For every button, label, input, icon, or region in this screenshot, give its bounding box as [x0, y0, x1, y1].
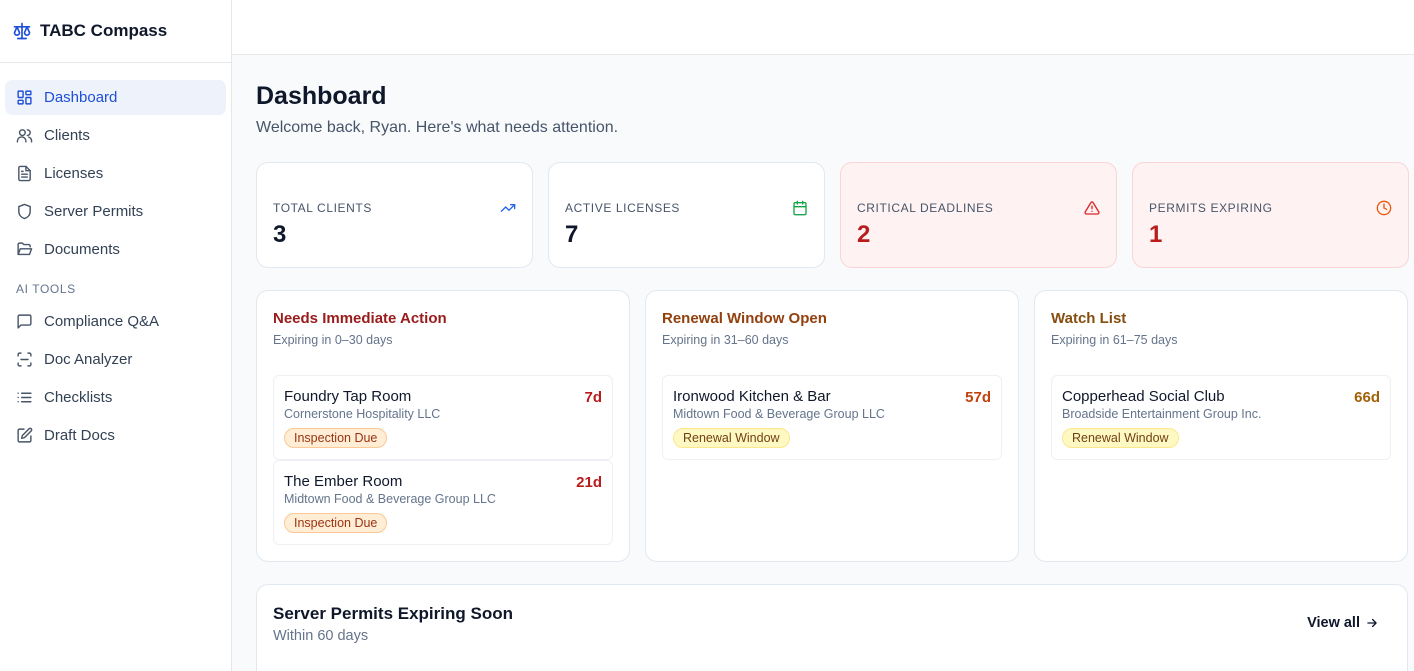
shield-icon — [16, 203, 33, 220]
entry-name: The Ember Room — [284, 473, 403, 490]
nav-item-server-permits[interactable]: Server Permits — [5, 194, 226, 229]
section-subtitle: Within 60 days — [273, 628, 369, 644]
panel-list: Foundry Tap Room Cornerstone Hospitality… — [273, 375, 613, 545]
nav-label: Checklists — [44, 389, 113, 406]
panel-list: Ironwood Kitchen & Bar Midtown Food & Be… — [662, 375, 1002, 460]
nav-label: Server Permits — [44, 203, 144, 220]
stat-card-active-licenses[interactable]: ACTIVE LICENSES 7 — [548, 162, 825, 268]
brand[interactable]: TABC Compass — [0, 0, 231, 63]
nav-label: Draft Docs — [44, 427, 115, 444]
nav-item-dashboard[interactable]: Dashboard — [5, 80, 226, 115]
entry-name: Copperhead Social Club — [1062, 388, 1225, 405]
panel-subtitle: Expiring in 31–60 days — [662, 333, 789, 347]
nav-item-checklists[interactable]: Checklists — [5, 380, 226, 415]
calendar-icon — [792, 200, 808, 216]
list-item[interactable]: Foundry Tap Room Cornerstone Hospitality… — [273, 375, 613, 460]
nav-item-documents[interactable]: Documents — [5, 232, 226, 267]
panel-subtitle: Expiring in 61–75 days — [1051, 333, 1178, 347]
message-square-icon — [16, 313, 33, 330]
file-text-icon — [16, 165, 33, 182]
nav-label: Licenses — [44, 165, 104, 182]
status-badge: Inspection Due — [284, 428, 388, 448]
folder-open-icon — [16, 241, 33, 258]
arrow-right-icon — [1365, 616, 1379, 630]
top-bar — [232, 0, 1414, 55]
nav-item-compliance-qa[interactable]: Compliance Q&A — [5, 304, 226, 339]
nav-item-clients[interactable]: Clients — [5, 118, 226, 153]
panel-subtitle: Expiring in 0–30 days — [273, 333, 393, 347]
list-icon — [16, 389, 33, 406]
panel-title: Renewal Window Open — [662, 310, 827, 327]
app-title: TABC Compass — [40, 21, 168, 40]
deadline-panels: Needs Immediate Action Expiring in 0–30 … — [256, 290, 1408, 562]
users-icon — [16, 127, 33, 144]
entry-org: Midtown Food & Beverage Group LLC — [673, 407, 885, 421]
days-remaining: 21d — [576, 474, 602, 491]
nav-section-ai-tools: AI TOOLS — [16, 282, 76, 296]
entry-org: Broadside Entertainment Group Inc. — [1062, 407, 1262, 421]
nav-label: Documents — [44, 241, 120, 258]
page-title: Dashboard — [256, 82, 387, 110]
main-nav: Dashboard Clients Licenses Server Permit… — [0, 63, 231, 453]
status-badge: Renewal Window — [1062, 428, 1179, 448]
list-item[interactable]: Ironwood Kitchen & Bar Midtown Food & Be… — [662, 375, 1002, 460]
panel-title: Needs Immediate Action — [273, 310, 447, 327]
nav-label: Dashboard — [44, 89, 118, 106]
view-all-label: View all — [1307, 615, 1360, 631]
entry-org: Cornerstone Hospitality LLC — [284, 407, 441, 421]
days-remaining: 66d — [1354, 389, 1380, 406]
nav-item-doc-analyzer[interactable]: Doc Analyzer — [5, 342, 226, 377]
nav-item-licenses[interactable]: Licenses — [5, 156, 226, 191]
edit-icon — [16, 427, 33, 444]
section-title: Server Permits Expiring Soon — [273, 604, 513, 623]
page-subtitle: Welcome back, Ryan. Here's what needs at… — [256, 119, 619, 136]
nav-label: Compliance Q&A — [44, 313, 160, 330]
entry-name: Foundry Tap Room — [284, 388, 412, 405]
stat-card-total-clients[interactable]: TOTAL CLIENTS 3 — [256, 162, 533, 268]
scan-icon — [16, 351, 33, 368]
entry-name: Ironwood Kitchen & Bar — [673, 388, 831, 405]
nav-item-draft-docs[interactable]: Draft Docs — [5, 418, 226, 453]
list-item[interactable]: The Ember Room Midtown Food & Beverage G… — [273, 460, 613, 545]
stat-label: PERMITS EXPIRING — [1149, 201, 1273, 215]
stat-value: 2 — [857, 221, 871, 248]
scale-icon — [12, 21, 32, 41]
clock-icon — [1376, 200, 1392, 216]
server-permits-card: Server Permits Expiring Soon Within 60 d… — [256, 584, 1408, 671]
days-remaining: 57d — [965, 389, 991, 406]
status-badge: Renewal Window — [673, 428, 790, 448]
stat-card-permits-expiring[interactable]: PERMITS EXPIRING 1 — [1132, 162, 1409, 268]
panel-title: Watch List — [1051, 310, 1127, 327]
panel-renewal-window: Renewal Window Open Expiring in 31–60 da… — [645, 290, 1019, 562]
entry-org: Midtown Food & Beverage Group LLC — [284, 492, 496, 506]
status-badge: Inspection Due — [284, 513, 388, 533]
alert-triangle-icon — [1084, 200, 1100, 216]
panel-immediate-action: Needs Immediate Action Expiring in 0–30 … — [256, 290, 630, 562]
stat-label: TOTAL CLIENTS — [273, 201, 372, 215]
sidebar: TABC Compass Dashboard Clients Licenses … — [0, 0, 232, 671]
stat-value: 7 — [565, 221, 579, 248]
stat-value: 1 — [1149, 221, 1163, 248]
stat-label: CRITICAL DEADLINES — [857, 201, 994, 215]
view-all-link[interactable]: View all — [1307, 615, 1379, 631]
nav-label: Clients — [44, 127, 90, 144]
days-remaining: 7d — [584, 389, 602, 406]
panel-list: Copperhead Social Club Broadside Enterta… — [1051, 375, 1391, 460]
nav-label: Doc Analyzer — [44, 351, 133, 368]
list-item[interactable]: Copperhead Social Club Broadside Enterta… — [1051, 375, 1391, 460]
stat-label: ACTIVE LICENSES — [565, 201, 681, 215]
panel-watch-list: Watch List Expiring in 61–75 days Copper… — [1034, 290, 1408, 562]
trending-up-icon — [500, 200, 516, 216]
stat-value: 3 — [273, 221, 287, 248]
stats-row: TOTAL CLIENTS 3 ACTIVE LICENSES 7 CRITIC… — [256, 162, 1409, 268]
layout-grid-icon — [16, 89, 33, 106]
stat-card-critical-deadlines[interactable]: CRITICAL DEADLINES 2 — [840, 162, 1117, 268]
